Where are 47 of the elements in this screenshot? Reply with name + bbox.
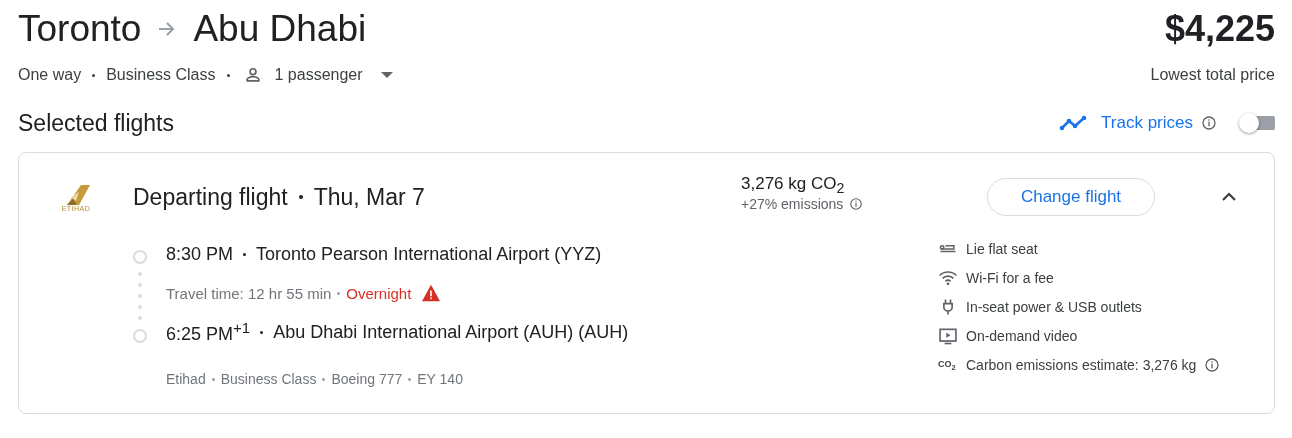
separator-dot xyxy=(243,252,247,256)
co2-icon: CO$_{2}$ xyxy=(938,358,958,372)
overnight-warning: Overnight xyxy=(346,284,412,302)
arrival-airport: Abu Dhabi International Airport (AUH) (AUH) xyxy=(273,321,629,343)
flight-detail: EY 140 xyxy=(417,371,463,387)
amenity-text: Lie flat seat xyxy=(966,241,1038,257)
destination-city: Abu Dhabi xyxy=(193,8,367,50)
track-prices-toggle[interactable] xyxy=(1239,112,1275,134)
separator-dot xyxy=(322,377,326,381)
amenity-text: On-demand video xyxy=(966,328,1078,344)
emissions-change: +27% emissions xyxy=(741,196,844,213)
separator-dot xyxy=(337,291,341,295)
separator-dot xyxy=(408,377,412,381)
arrival-time: 6:25 PM$^{+1}$ xyxy=(166,319,251,345)
separator-dot xyxy=(211,377,215,381)
track-prices-link[interactable]: Track prices xyxy=(1059,113,1193,133)
info-icon xyxy=(1201,115,1217,131)
amenity-text: In-seat power & USB outlets xyxy=(966,299,1142,315)
origin-city: Toronto xyxy=(18,8,142,50)
flight-title: Departing flight xyxy=(133,183,288,211)
cabin-class: Business Class xyxy=(106,66,216,84)
departure-time: 8:30 PM xyxy=(166,243,234,265)
flight-date: Thu, Mar 7 xyxy=(313,183,425,211)
section-title: Selected flights xyxy=(18,109,174,137)
travel-time: Travel time: 12 hr 55 min xyxy=(166,284,332,302)
wifi-icon xyxy=(938,268,958,288)
flight-detail: Etihad xyxy=(166,371,206,387)
total-price: $4,225 xyxy=(1164,8,1275,50)
warning-icon xyxy=(421,284,442,302)
video-icon xyxy=(938,326,958,346)
price-label: Lowest total price xyxy=(1150,66,1275,84)
dropdown-icon xyxy=(380,72,393,78)
departure-airport: Toronto Pearson International Airport (YYZ) xyxy=(256,243,602,265)
separator-dot xyxy=(226,73,230,77)
flight-detail: Boeing 777 xyxy=(331,371,403,387)
amenity-text: Carbon emissions estimate: 3,276 kg xyxy=(966,357,1197,373)
trip-type: One way xyxy=(18,66,82,84)
separator-dot xyxy=(260,330,264,334)
trend-icon xyxy=(1059,115,1088,131)
separator-dot xyxy=(298,195,303,199)
emissions-value: 3,276 kg CO$_{2}$ xyxy=(741,173,846,197)
passenger-selector[interactable]: 1 passenger xyxy=(240,59,397,91)
change-flight-button[interactable]: Change flight xyxy=(987,178,1155,216)
separator-dot xyxy=(92,73,96,77)
flight-detail: Business Class xyxy=(220,371,317,387)
info-icon xyxy=(849,197,864,212)
amenity-text: Wi-Fi for a fee xyxy=(966,270,1054,286)
